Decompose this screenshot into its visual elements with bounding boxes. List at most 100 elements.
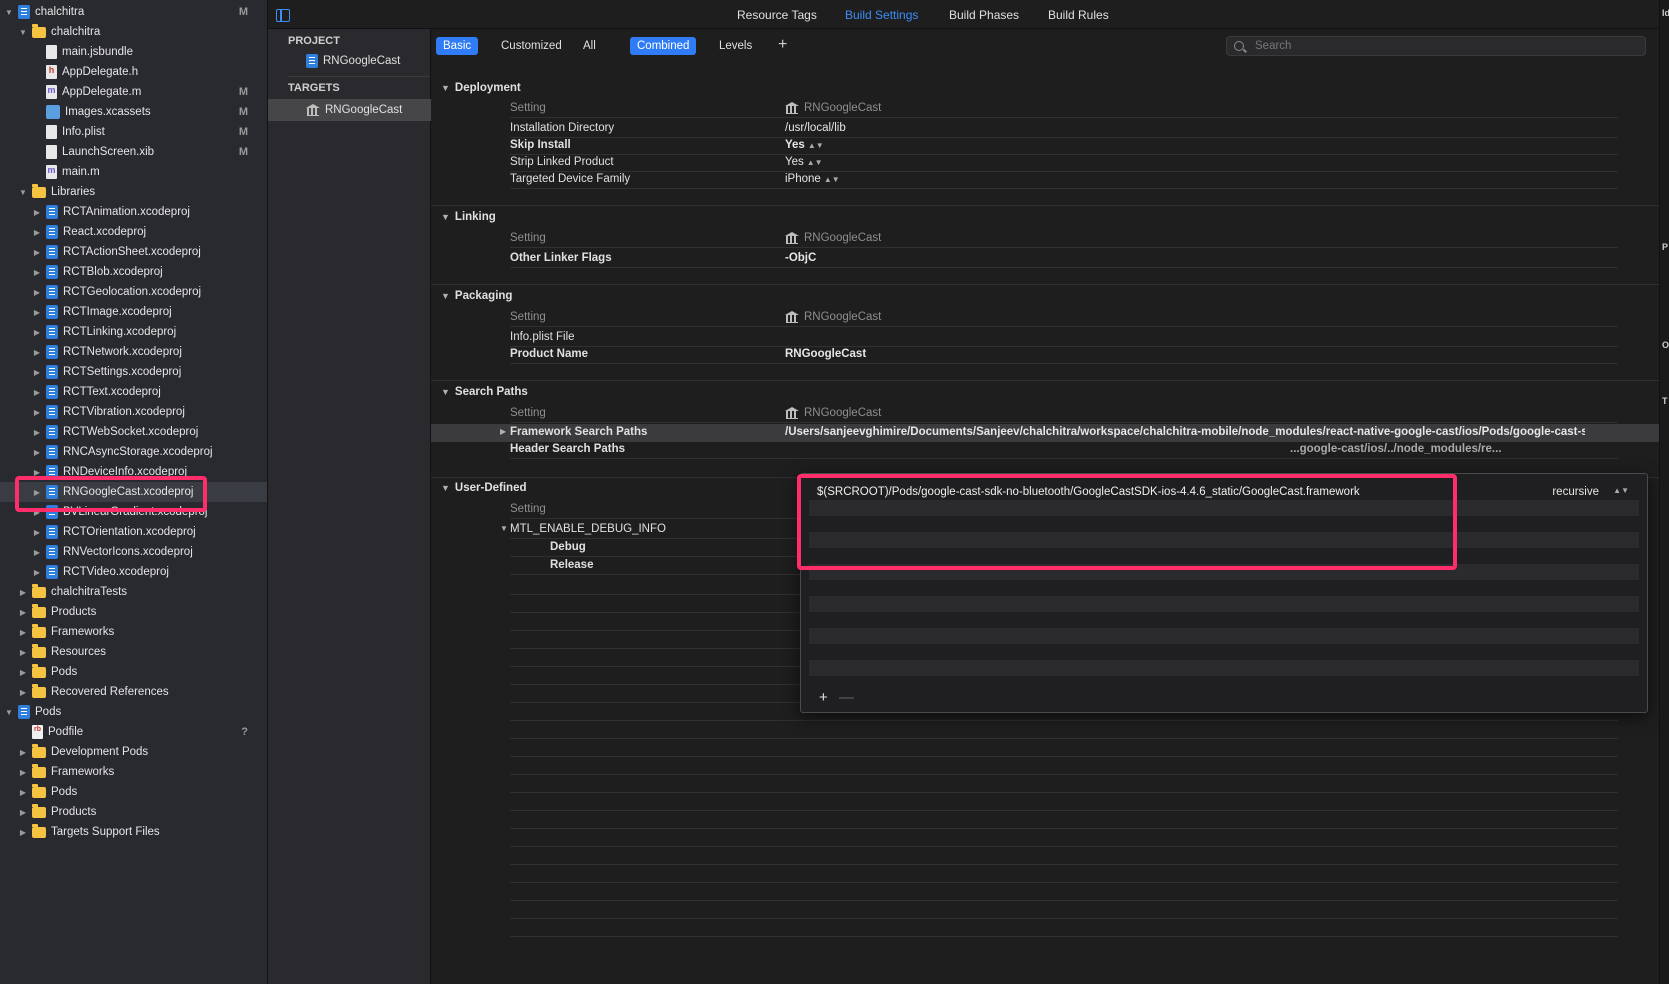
disclosure-closed-icon[interactable]: ▶	[32, 527, 42, 537]
setting-row[interactable]: Skip Install Yes ▲▼	[510, 137, 1618, 155]
setting-value[interactable]: RNGoogleCast	[785, 348, 866, 360]
navigator-item[interactable]: ▶ RCTVideo.xcodeproj	[0, 562, 267, 582]
disclosure-closed-icon[interactable]: ▶	[18, 607, 28, 617]
disclosure-closed-icon[interactable]: ▶	[32, 487, 42, 497]
recursive-select[interactable]: recursive	[1552, 486, 1599, 498]
disclosure-triangle-icon[interactable]: ▶	[500, 427, 506, 436]
navigator-item[interactable]: ▶ RCTSettings.xcodeproj	[0, 362, 267, 382]
setting-value[interactable]: Yes ▲▼	[785, 139, 824, 151]
filter-levels-button[interactable]: Levels	[712, 37, 759, 55]
filter-customized-button[interactable]: Customized	[494, 37, 569, 55]
navigator-item[interactable]: main.m	[0, 162, 267, 182]
navigator-item[interactable]: ▶ RCTAnimation.xcodeproj	[0, 202, 267, 222]
navigator-item[interactable]: ▶ RNDeviceInfo.xcodeproj	[0, 462, 267, 482]
popup-stepper-icon[interactable]: ▲▼	[824, 175, 840, 184]
section-deployment[interactable]: ▼ Deployment	[441, 82, 521, 94]
disclosure-closed-icon[interactable]: ▶	[18, 647, 28, 657]
navigator-item[interactable]: ▶ RNCAsyncStorage.xcodeproj	[0, 442, 267, 462]
navigator-item[interactable]: ▶ Products	[0, 802, 267, 822]
navigator-item[interactable]: Images.xcassets M	[0, 102, 267, 122]
disclosure-open-icon[interactable]: ▼	[4, 7, 14, 17]
disclosure-open-icon[interactable]: ▼	[18, 187, 28, 197]
setting-row[interactable]: Strip Linked Product Yes ▲▼	[510, 154, 1618, 172]
section-user-defined[interactable]: ▼ User-Defined	[441, 482, 527, 494]
disclosure-closed-icon[interactable]: ▶	[32, 307, 42, 317]
navigator-item[interactable]: LaunchScreen.xib M	[0, 142, 267, 162]
navigator-item[interactable]: ▼ chalchitra M	[0, 2, 267, 22]
navigator-item[interactable]: ▶ RCTGeolocation.xcodeproj	[0, 282, 267, 302]
path-value[interactable]: $(SRCROOT)/Pods/google-cast-sdk-no-bluet…	[817, 486, 1360, 498]
disclosure-triangle-icon[interactable]: ▼	[441, 291, 450, 301]
navigator-item[interactable]: ▶ RCTActionSheet.xcodeproj	[0, 242, 267, 262]
setting-value[interactable]: iPhone ▲▼	[785, 173, 840, 185]
navigator-item[interactable]: ▶ Pods	[0, 782, 267, 802]
setting-row[interactable]: Product Name RNGoogleCast	[510, 346, 1618, 364]
navigator-item[interactable]: Info.plist M	[0, 122, 267, 142]
navigator-item[interactable]: ▶ chalchitraTests	[0, 582, 267, 602]
tab-build-phases[interactable]: Build Phases	[949, 8, 1019, 22]
navigator-item[interactable]: main.jsbundle	[0, 42, 267, 62]
popup-stepper-icon[interactable]: ▲▼	[808, 141, 824, 150]
disclosure-closed-icon[interactable]: ▶	[18, 587, 28, 597]
remove-path-button[interactable]: —	[839, 689, 854, 706]
filter-combined-button[interactable]: Combined	[630, 37, 697, 55]
navigator-item[interactable]: ▶ RCTVibration.xcodeproj	[0, 402, 267, 422]
setting-row-framework-search-paths[interactable]: ▶ Framework Search Paths /Users/sanjeevg…	[500, 424, 1618, 442]
section-packaging[interactable]: ▼ Packaging	[441, 290, 512, 302]
disclosure-triangle-icon[interactable]: ▼	[441, 83, 450, 93]
setting-value[interactable]: /usr/local/lib	[785, 122, 846, 134]
disclosure-closed-icon[interactable]: ▶	[32, 407, 42, 417]
navigator-item[interactable]: ▶ RCTImage.xcodeproj	[0, 302, 267, 322]
navigator-item[interactable]: ▶ BVLinearGradient.xcodeproj	[0, 502, 267, 522]
navigator-item[interactable]: AppDelegate.m M	[0, 82, 267, 102]
disclosure-triangle-icon[interactable]: ▼	[500, 524, 508, 533]
target-item[interactable]: RNGoogleCast	[268, 99, 431, 121]
disclosure-triangle-icon[interactable]: ▼	[441, 212, 450, 222]
sidebar-toggle-icon[interactable]	[276, 9, 290, 22]
disclosure-closed-icon[interactable]: ▶	[32, 387, 42, 397]
tab-build-settings[interactable]: Build Settings	[845, 8, 918, 22]
search-field[interactable]	[1226, 36, 1646, 56]
disclosure-triangle-icon[interactable]: ▼	[441, 483, 450, 493]
navigator-item[interactable]: ▶ RCTText.xcodeproj	[0, 382, 267, 402]
disclosure-closed-icon[interactable]: ▶	[18, 767, 28, 777]
disclosure-closed-icon[interactable]: ▶	[18, 747, 28, 757]
navigator-item[interactable]: ▶ Development Pods	[0, 742, 267, 762]
navigator-item[interactable]: ▶ React.xcodeproj	[0, 222, 267, 242]
navigator-item[interactable]: ▼ Pods	[0, 702, 267, 722]
disclosure-closed-icon[interactable]: ▶	[32, 567, 42, 577]
navigator-item[interactable]: ▶ RNGoogleCast.xcodeproj	[0, 482, 267, 502]
navigator-item[interactable]: ▶ Frameworks	[0, 622, 267, 642]
disclosure-closed-icon[interactable]: ▶	[32, 267, 42, 277]
navigator-item[interactable]: ▼ Libraries	[0, 182, 267, 202]
project-item[interactable]: RNGoogleCast	[268, 50, 431, 72]
navigator-item[interactable]: ▶ RCTBlob.xcodeproj	[0, 262, 267, 282]
setting-row[interactable]: Targeted Device Family iPhone ▲▼	[510, 171, 1618, 189]
navigator-item[interactable]: ▶ Targets Support Files	[0, 822, 267, 842]
disclosure-closed-icon[interactable]: ▶	[32, 227, 42, 237]
navigator-item[interactable]: ▶ RNVectorIcons.xcodeproj	[0, 542, 267, 562]
list-item[interactable]: $(SRCROOT)/Pods/google-cast-sdk-no-bluet…	[809, 484, 1639, 500]
disclosure-open-icon[interactable]: ▼	[18, 27, 28, 37]
disclosure-closed-icon[interactable]: ▶	[32, 327, 42, 337]
disclosure-closed-icon[interactable]: ▶	[32, 367, 42, 377]
setting-row[interactable]: Header Search Paths ...google-cast/ios/.…	[510, 441, 1618, 459]
disclosure-closed-icon[interactable]: ▶	[32, 467, 42, 477]
disclosure-closed-icon[interactable]: ▶	[32, 247, 42, 257]
popup-stepper-icon[interactable]: ▲▼	[1613, 486, 1629, 495]
disclosure-closed-icon[interactable]: ▶	[32, 207, 42, 217]
disclosure-closed-icon[interactable]: ▶	[18, 687, 28, 697]
disclosure-closed-icon[interactable]: ▶	[18, 827, 28, 837]
disclosure-closed-icon[interactable]: ▶	[18, 667, 28, 677]
disclosure-closed-icon[interactable]: ▶	[18, 807, 28, 817]
navigator-item[interactable]: Podfile?	[0, 722, 267, 742]
disclosure-closed-icon[interactable]: ▶	[32, 347, 42, 357]
navigator-item[interactable]: ▶ Pods	[0, 662, 267, 682]
tab-build-rules[interactable]: Build Rules	[1048, 8, 1109, 22]
disclosure-triangle-icon[interactable]: ▼	[441, 387, 450, 397]
section-linking[interactable]: ▼ Linking	[441, 211, 496, 223]
navigator-item[interactable]: ▶ RCTWebSocket.xcodeproj	[0, 422, 267, 442]
disclosure-closed-icon[interactable]: ▶	[18, 627, 28, 637]
setting-value[interactable]: ...google-cast/ios/../node_modules/re...	[1290, 443, 1502, 455]
tab-resource-tags[interactable]: Resource Tags	[737, 8, 817, 22]
